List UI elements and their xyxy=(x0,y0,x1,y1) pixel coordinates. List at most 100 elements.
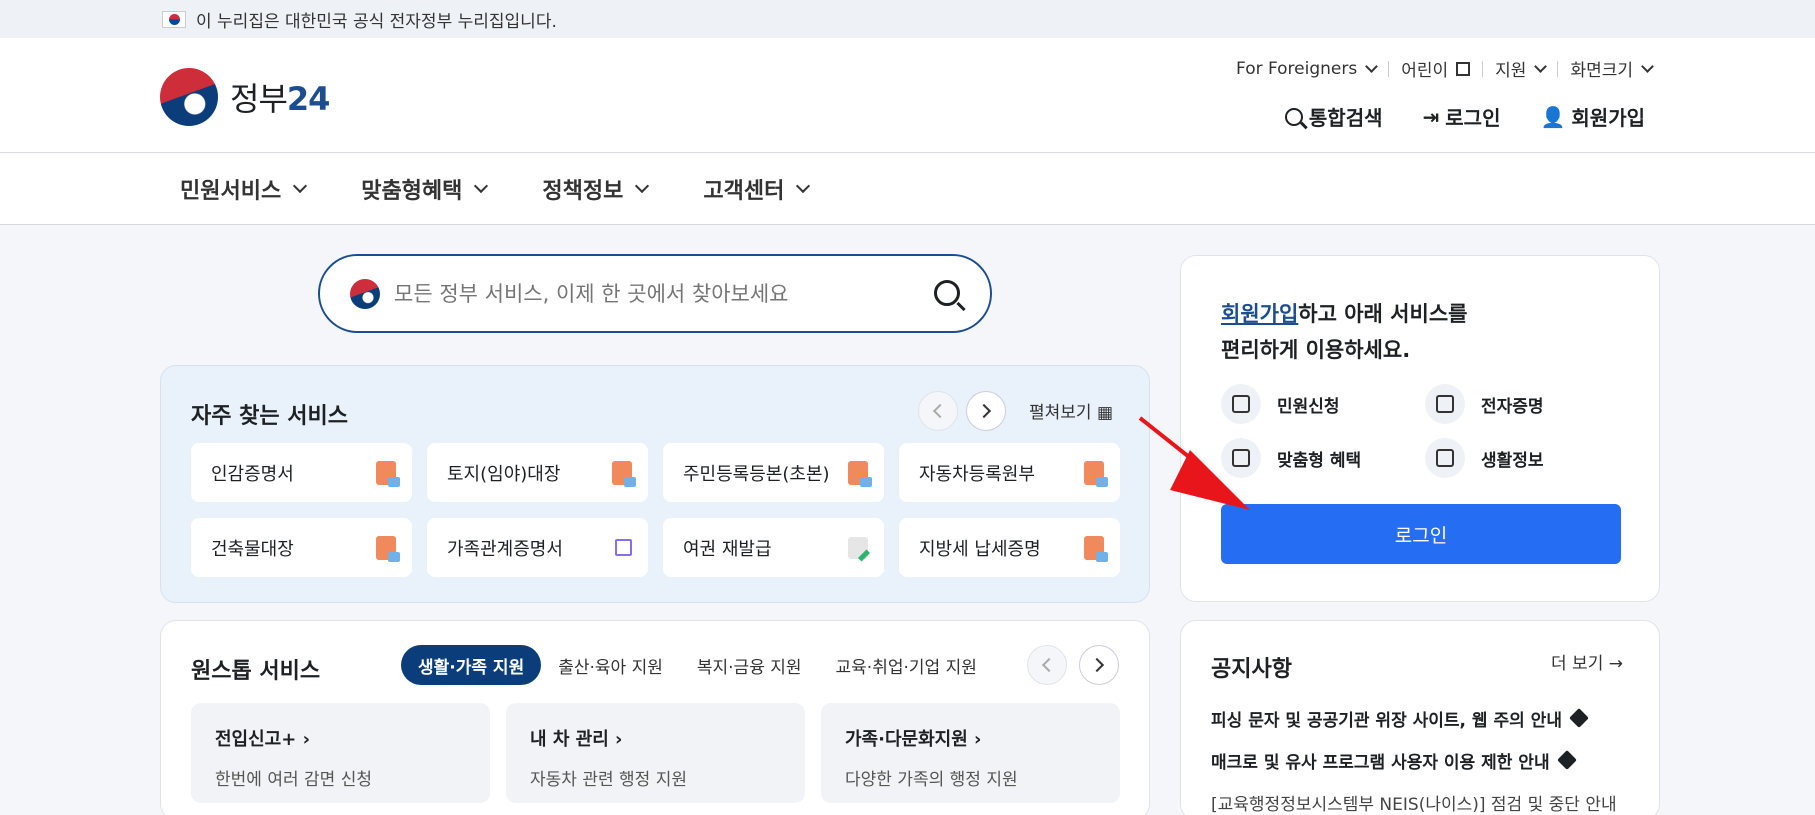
notice-item[interactable]: [교육행정정보시스템부 NEIS(나이스)] 점검 및 중단 안내 xyxy=(1211,781,1617,815)
login-button[interactable]: 로그인 xyxy=(1221,504,1621,564)
divider xyxy=(1388,60,1390,77)
logo-text-num: 24 xyxy=(286,80,331,118)
service-tile-label: 인감증명서 xyxy=(211,463,294,485)
pin-icon xyxy=(1569,708,1589,728)
header-signup-label: 회원가입 xyxy=(1571,106,1645,130)
signup-link[interactable]: 회원가입 xyxy=(1221,302,1298,326)
document-icon xyxy=(612,460,636,487)
onestop-card-desc: 자동차 관련 행정 지원 xyxy=(530,770,687,790)
tab-birth-childcare[interactable]: 출산·육아 지원 xyxy=(541,645,680,685)
integrated-search-label: 통합검색 xyxy=(1308,106,1383,130)
kids-link[interactable]: 어린이 xyxy=(1401,56,1471,81)
heading-rest: 하고 아래 서비스를 xyxy=(1298,302,1468,326)
login-icon: ⇥ xyxy=(1422,104,1440,129)
onestop-card[interactable]: 내 차 관리 › 자동차 관련 행정 지원 xyxy=(506,703,805,803)
chevron-down-icon xyxy=(635,178,650,194)
id-card-icon xyxy=(1425,384,1465,424)
prev-button[interactable] xyxy=(918,391,958,431)
nav-custom-benefits[interactable]: 맞춤형혜택 xyxy=(361,173,489,205)
notice-list: 피싱 문자 및 공공기관 위장 사이트, 웹 주의 안내 매크로 및 유사 프로… xyxy=(1211,697,1617,815)
tab-life-family[interactable]: 생활·가족 지원 xyxy=(401,645,542,685)
taegeuk-icon xyxy=(350,278,380,309)
main-nav: 민원서비스 맞춤형혜택 정책정보 고객센터 xyxy=(0,153,1815,225)
notice-more-link[interactable]: 더 보기 → xyxy=(1551,649,1623,674)
service-tile[interactable]: 여권 재발급 xyxy=(663,518,884,577)
frequent-services-panel: 자주 찾는 서비스 펼쳐보기 ▦ 인감증명서 토지(임야)대장 주민등록등본(초… xyxy=(160,365,1150,603)
service-label: 생활정보 xyxy=(1481,450,1544,471)
document-icon xyxy=(376,460,400,487)
add-user-icon: 👤 xyxy=(1540,104,1566,129)
document-icon xyxy=(1084,535,1108,562)
support-menu[interactable]: 지원 xyxy=(1495,56,1548,81)
next-button[interactable] xyxy=(966,391,1006,431)
notice-item[interactable]: 피싱 문자 및 공공기관 위장 사이트, 웹 주의 안내 xyxy=(1211,697,1617,739)
screen-size-menu[interactable]: 화면크기 xyxy=(1570,56,1654,81)
annotation-arrow-icon xyxy=(1138,416,1250,510)
document-icon xyxy=(848,460,872,487)
service-e-certificate[interactable]: 전자증명 xyxy=(1425,384,1544,424)
chevron-down-icon xyxy=(474,178,489,194)
search-icon[interactable] xyxy=(934,280,960,306)
expand-all-button[interactable]: 펼쳐보기 ▦ xyxy=(1029,398,1113,423)
gov24-logo[interactable]: 정부24 xyxy=(160,68,331,126)
card-title-text: 내 차 관리 xyxy=(530,729,609,750)
service-life-info[interactable]: 생활정보 xyxy=(1425,438,1544,478)
nav-label: 맞춤형혜택 xyxy=(361,178,463,204)
heading-line2: 편리하게 이용하세요. xyxy=(1221,338,1411,362)
onestop-card-title: 전입신고+ › xyxy=(215,729,311,750)
onestop-card-desc: 다양한 가족의 행정 지원 xyxy=(845,770,1018,790)
notice-item-text: 매크로 및 유사 프로그램 사용자 이용 제한 안내 xyxy=(1211,752,1550,773)
chevron-down-icon xyxy=(1365,59,1379,73)
notice-item-text: [교육행정정보시스템부 NEIS(나이스)] 점검 및 중단 안내 xyxy=(1211,794,1617,815)
bookmark-icon xyxy=(1425,438,1465,478)
document-icon xyxy=(376,535,400,562)
login-card-heading: 회원가입하고 아래 서비스를 편리하게 이용하세요. xyxy=(1221,296,1467,368)
chevron-down-icon xyxy=(293,178,308,194)
notice-item-text: 피싱 문자 및 공공기관 위장 사이트, 웹 주의 안내 xyxy=(1211,710,1562,731)
header-login-button[interactable]: ⇥ 로그인 xyxy=(1423,102,1501,131)
nav-customer-center[interactable]: 고객센터 xyxy=(703,173,811,205)
prev-button[interactable] xyxy=(1027,645,1067,685)
onestop-card-title: 내 차 관리 › xyxy=(530,729,623,750)
support-label: 지원 xyxy=(1495,61,1527,81)
service-tile-label: 토지(임야)대장 xyxy=(447,463,561,485)
divider xyxy=(1482,60,1484,77)
tab-welfare-finance[interactable]: 복지·금융 지원 xyxy=(680,645,819,685)
notice-item[interactable]: 매크로 및 유사 프로그램 사용자 이용 제한 안내 xyxy=(1211,739,1617,781)
service-label: 맞춤형 혜택 xyxy=(1277,450,1362,471)
service-tile[interactable]: 인감증명서 xyxy=(191,443,412,502)
service-tile[interactable]: 가족관계증명서 xyxy=(427,518,648,577)
service-tile[interactable]: 자동차등록원부 xyxy=(899,443,1120,502)
service-tile-label: 자동차등록원부 xyxy=(919,463,1035,485)
onestop-card[interactable]: 전입신고+ › 한번에 여러 감면 신청 xyxy=(191,703,490,803)
main-search-bar xyxy=(318,254,992,333)
header-signup-button[interactable]: 👤 회원가입 xyxy=(1540,102,1645,131)
chevron-right-icon xyxy=(976,403,992,419)
service-tile[interactable]: 건축물대장 xyxy=(191,518,412,577)
service-tile-label: 지방세 납세증명 xyxy=(919,538,1041,560)
onestop-card[interactable]: 가족·다문화지원 › 다양한 가족의 행정 지원 xyxy=(821,703,1120,803)
service-tile[interactable]: 지방세 납세증명 xyxy=(899,518,1120,577)
service-tile[interactable]: 주민등록등본(초본) xyxy=(663,443,884,502)
for-foreigners-label: For Foreigners xyxy=(1236,58,1358,79)
logo-text-main: 정부 xyxy=(230,80,288,118)
nav-civil-services[interactable]: 민원서비스 xyxy=(180,173,308,205)
onestop-card-desc: 한번에 여러 감면 신청 xyxy=(215,770,372,790)
search-icon xyxy=(1284,107,1303,126)
arrow-head xyxy=(1170,450,1250,510)
service-tile[interactable]: 토지(임야)대장 xyxy=(427,443,648,502)
card-title-text: 전입신고+ xyxy=(215,729,297,750)
tab-education-employment[interactable]: 교육·취업·기업 지원 xyxy=(819,645,994,685)
next-button[interactable] xyxy=(1079,645,1119,685)
notice-title: 공지사항 xyxy=(1211,657,1292,682)
nav-label: 민원서비스 xyxy=(180,178,282,204)
for-foreigners-menu[interactable]: For Foreigners xyxy=(1236,58,1379,79)
frequent-services-grid: 인감증명서 토지(임야)대장 주민등록등본(초본) 자동차등록원부 건축물대장 … xyxy=(191,443,1120,577)
utility-menu: For Foreigners 어린이 지원 화면크기 xyxy=(1236,56,1654,81)
integrated-search-button[interactable]: 통합검색 xyxy=(1284,102,1383,131)
chevron-down-icon xyxy=(1534,59,1548,73)
onestop-card-title: 가족·다문화지원 › xyxy=(845,729,982,750)
nav-policy-info[interactable]: 정책정보 xyxy=(542,173,650,205)
main-search-input[interactable] xyxy=(394,281,914,306)
id-card-shape xyxy=(1436,395,1454,413)
